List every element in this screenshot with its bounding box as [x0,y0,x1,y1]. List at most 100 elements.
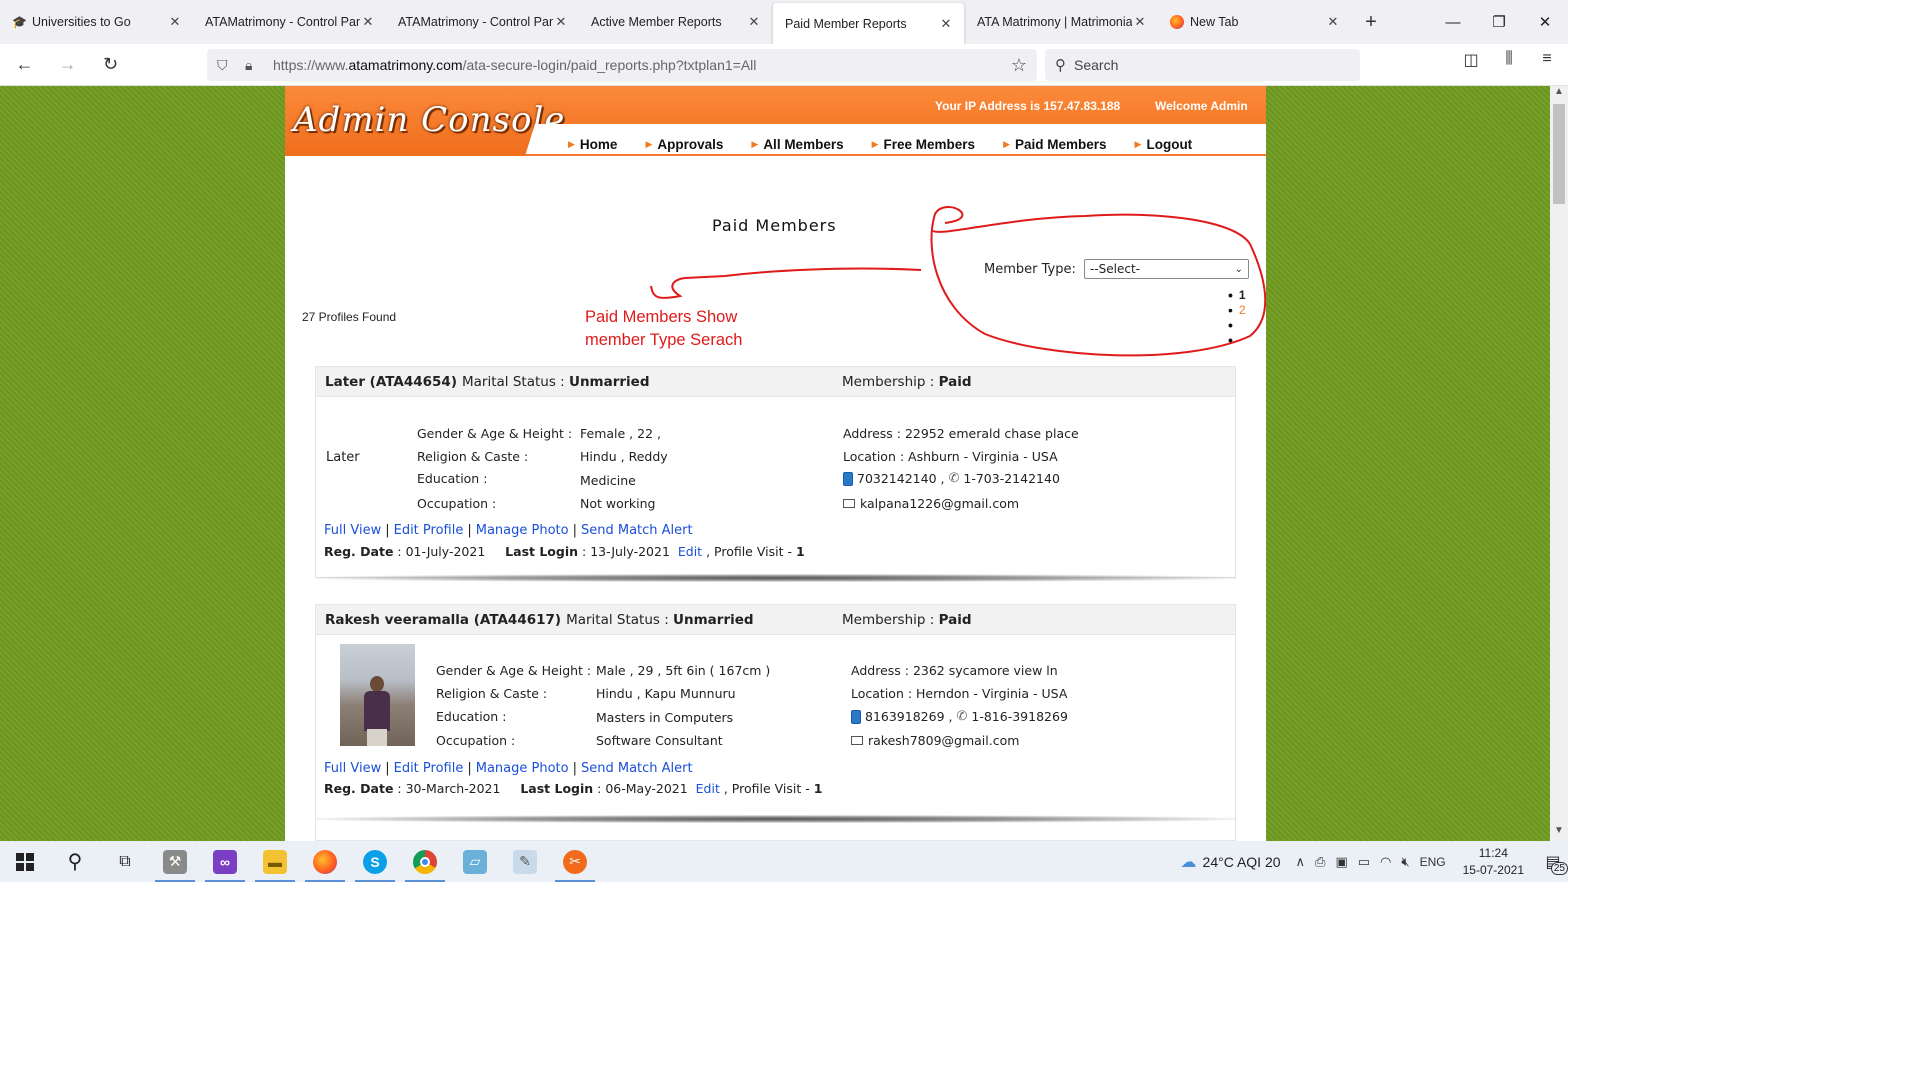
scroll-up-icon[interactable]: ▲ [1550,86,1568,102]
notepad-icon[interactable]: ▱ [450,841,500,882]
snipping-tool-icon[interactable]: ✂ [550,841,600,882]
admin-console-logo: Admin Console [293,100,566,140]
edit-profile-link[interactable]: Edit Profile [394,523,464,538]
task-view-icon[interactable]: ⧉ [100,841,150,882]
member-type-select[interactable]: --Select- ⌄ [1084,259,1249,279]
chevron-down-icon: ⌄ [1234,263,1243,275]
tab-active-member-reports[interactable]: Active Member Reports ✕ [579,0,772,44]
pocket-icon[interactable]: ◫ [1460,50,1482,70]
browser-nav-bar: ← → ↻ ⛉ 🔒︎ https://www.atamatrimony.com/… [0,44,1568,86]
close-icon[interactable]: ✕ [746,14,762,30]
wifi-icon[interactable]: ◠ [1380,854,1391,870]
marital-status: Marital Status : Unmarried [566,611,754,628]
restore-icon[interactable]: ❐ [1476,0,1522,44]
registration-line: Reg. Date : 30-March-2021 Last Login : 0… [324,781,823,796]
close-icon[interactable]: ✕ [938,16,954,32]
lock-icon[interactable]: 🔒︎ [245,57,267,74]
menu-icon[interactable]: ≡ [1536,50,1558,70]
send-match-alert-link[interactable]: Send Match Alert [581,523,693,538]
tab-ata-matrimony[interactable]: ATA Matrimony | Matrimonia ✕ [965,0,1158,44]
chevron-up-icon[interactable]: ∧ [1296,854,1306,870]
clock[interactable]: 11:24 15-07-2021 [1463,845,1524,879]
notification-icon[interactable]: ▤ 25 [1538,847,1568,877]
close-window-icon[interactable]: ✕ [1522,0,1568,44]
page-title: Paid Members [712,216,837,235]
notification-count: 25 [1550,861,1568,875]
back-arrow-icon[interactable]: ← [6,49,43,81]
edit-profile-link[interactable]: Edit Profile [394,761,464,776]
close-icon[interactable]: ✕ [553,14,569,30]
full-view-link[interactable]: Full View [324,523,381,538]
paint-icon[interactable]: ✎ [500,841,550,882]
page-link-empty [1228,318,1246,333]
bookmark-star-icon[interactable]: ☆ [1011,55,1027,76]
windows-taskbar: ⚲ ⧉ ⚒ ∞ ▬ S ▱ ✎ ✂ ☁ 24°C AQI 20 ∧ ⎙ ▣ ▭ … [0,841,1568,882]
windows-start-icon[interactable] [0,841,50,882]
tab-paid-member-reports[interactable]: Paid Member Reports ✕ [772,3,965,44]
battery-icon[interactable]: ▭ [1358,854,1370,870]
close-icon[interactable]: ✕ [1325,14,1341,30]
tab-universities[interactable]: 🎓 Universities to Go ✕ [0,0,193,44]
full-view-link[interactable]: Full View [324,761,381,776]
member-card: Rakesh veeramalla (ATA44617) Marital Sta… [315,604,1237,841]
member-name: Rakesh veeramalla (ATA44617) [325,611,562,628]
address-bar[interactable]: ⛉ 🔒︎ https://www.atamatrimony.com/ata-se… [207,49,1037,81]
library-icon[interactable]: ⫼ [1498,50,1520,70]
volume-muted-icon[interactable]: 🔇︎ [1401,854,1409,870]
system-tray: ☁ 24°C AQI 20 ∧ ⎙ ▣ ▭ ◠ 🔇︎ ENG 11:24 15-… [1181,841,1568,882]
menu-home[interactable]: ▶ Home [568,137,617,152]
menu-arrow-icon: ▶ [871,139,879,149]
phone-icon: ✆ [956,709,968,724]
manage-photo-link[interactable]: Manage Photo [476,523,569,538]
skype-icon[interactable]: S [350,841,400,882]
edit-login-link[interactable]: Edit [696,781,720,796]
menu-paid-members[interactable]: ▶ Paid Members [1003,137,1106,152]
shield-icon[interactable]: ⛉ [217,57,239,74]
file-explorer-icon[interactable]: ▬ [250,841,300,882]
menu-arrow-icon: ▶ [1134,139,1142,149]
no-photo-name: Later [326,450,360,465]
forward-arrow-icon[interactable]: → [49,49,86,81]
scrollbar-thumb[interactable] [1553,104,1565,204]
send-match-alert-link[interactable]: Send Match Alert [581,761,693,776]
device-icon[interactable]: ⎙ [1315,854,1325,870]
minimize-icon[interactable]: — [1430,0,1476,44]
search-icon: ⚲ [1055,57,1066,74]
reload-icon[interactable]: ↻ [92,49,129,81]
member-photo[interactable] [340,644,415,746]
manage-photo-link[interactable]: Manage Photo [476,761,569,776]
close-icon[interactable]: ✕ [360,14,376,30]
admin-header: Admin Console Your IP Address is 157.47.… [285,86,1266,156]
search-icon[interactable]: ⚲ [50,841,100,882]
browser-tab-bar: 🎓 Universities to Go ✕ ATAMatrimony - Co… [0,0,1568,44]
tab-control-panel-1[interactable]: ATAMatrimony - Control Pan ✕ [193,0,386,44]
edit-login-link[interactable]: Edit [678,544,702,559]
language-indicator[interactable]: ENG [1420,855,1446,869]
tools-app-icon[interactable]: ⚒ [150,841,200,882]
search-input[interactable]: ⚲ Search [1045,49,1360,81]
scroll-down-icon[interactable]: ▼ [1550,825,1568,841]
close-icon[interactable]: ✕ [1132,14,1148,30]
weather-widget[interactable]: ☁ 24°C AQI 20 [1181,852,1281,872]
page-link-1[interactable]: 1 [1228,288,1246,303]
menu-all-members[interactable]: ▶ All Members [751,137,843,152]
mobile-icon [843,471,853,486]
display-icon[interactable]: ▣ [1335,854,1347,870]
menu-logout[interactable]: ▶ Logout [1135,137,1193,152]
visual-studio-icon[interactable]: ∞ [200,841,250,882]
member-action-links: Full View | Edit Profile | Manage Photo | Send… [324,761,693,776]
page-link-2[interactable]: 2 [1228,303,1246,318]
tab-control-panel-2[interactable]: ATAMatrimony - Control Pan ✕ [386,0,579,44]
annotation-note: Paid Members Show member Type Serach [585,308,743,349]
new-tab-plus-icon[interactable]: + [1351,0,1391,44]
email: kalpana1226@gmail.com [843,496,1019,511]
menu-free-members[interactable]: ▶ Free Members [872,137,975,152]
page-scrollbar[interactable]: ▲ ▼ [1550,86,1568,841]
firefox-icon[interactable] [300,841,350,882]
menu-approvals[interactable]: ▶ Approvals [645,137,723,152]
url-text[interactable]: https://www.atamatrimony.com/ata-secure-… [273,57,1011,73]
chrome-icon[interactable] [400,841,450,882]
page-link-empty [1228,333,1246,348]
close-icon[interactable]: ✕ [167,14,183,30]
tab-new-tab[interactable]: New Tab ✕ [1158,0,1351,44]
